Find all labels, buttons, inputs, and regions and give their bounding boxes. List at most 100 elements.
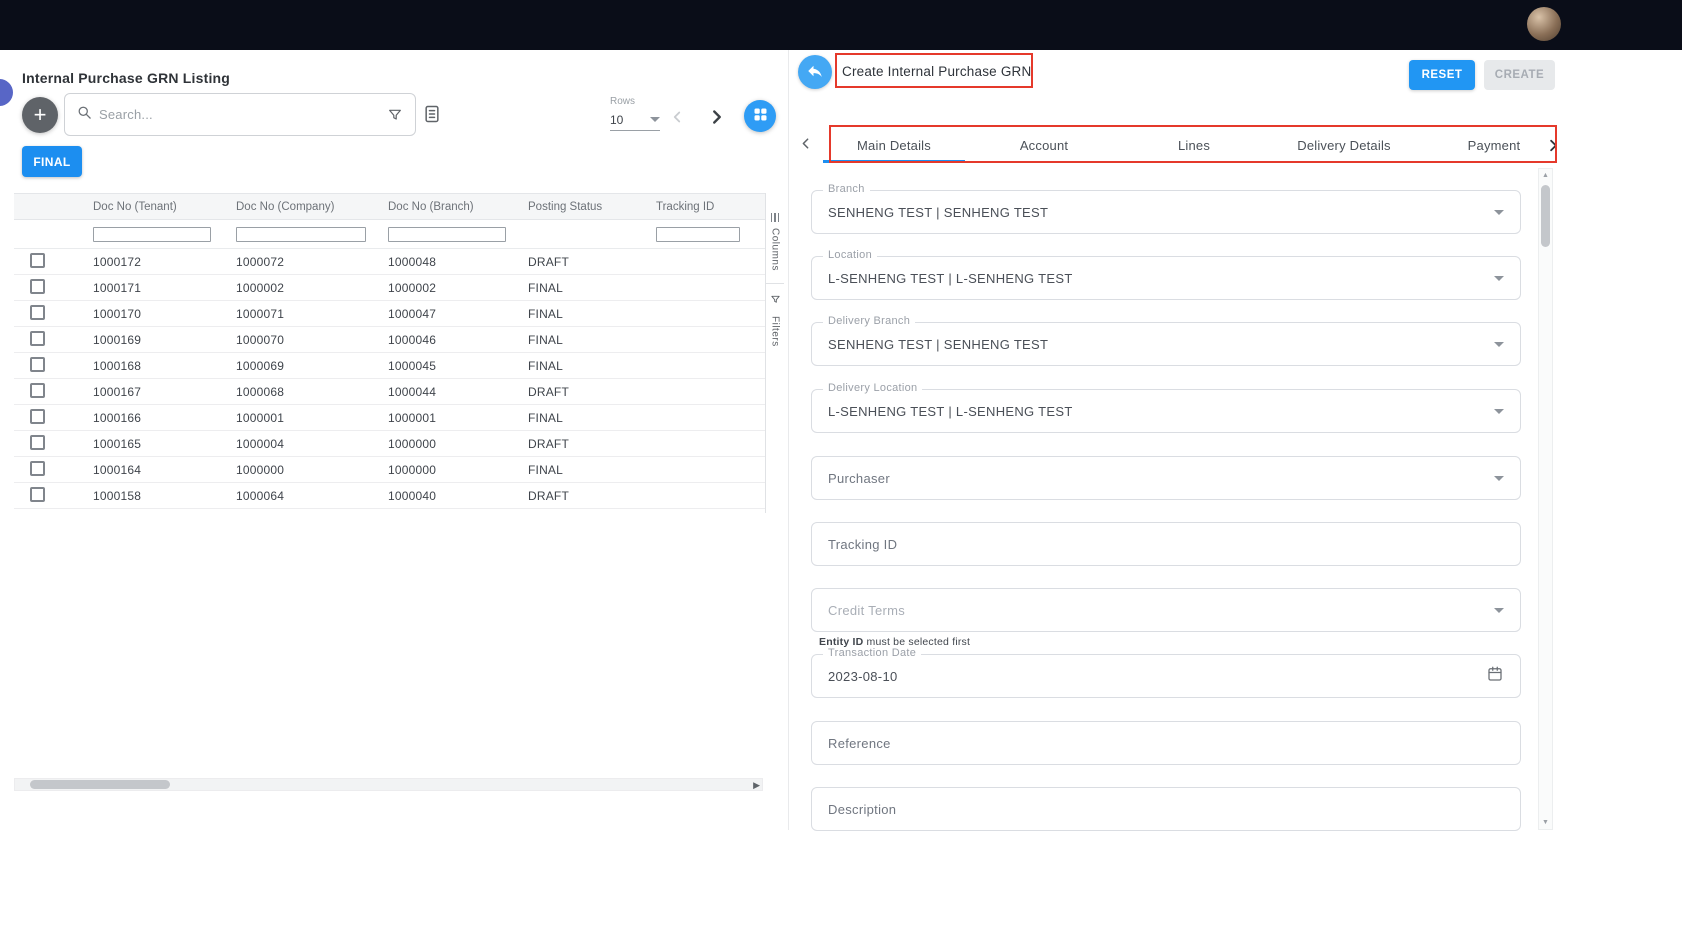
purchaser-field[interactable]: Purchaser: [811, 456, 1521, 500]
user-avatar[interactable]: [1527, 7, 1561, 41]
delivery-branch-field[interactable]: Delivery Branch SENHENG TEST | SENHENG T…: [811, 322, 1521, 366]
checkbox-cell: [14, 461, 85, 479]
table-row[interactable]: 100016610000011000001FINAL: [14, 405, 765, 431]
filter-input-doc-no-tenant[interactable]: [93, 227, 211, 242]
table-row[interactable]: 100016810000691000045FINAL: [14, 353, 765, 379]
next-page-button[interactable]: [706, 106, 728, 128]
back-button[interactable]: [798, 55, 832, 89]
table-row[interactable]: 100016910000701000046FINAL: [14, 327, 765, 353]
drag-handle-icon: [771, 213, 780, 222]
delivery-location-field[interactable]: Delivery Location L-SENHENG TEST | L-SEN…: [811, 389, 1521, 433]
calendar-icon[interactable]: [1486, 665, 1504, 688]
location-label: Location: [823, 249, 877, 261]
checkbox-cell: [14, 305, 85, 323]
tab-main-details[interactable]: Main Details: [819, 127, 969, 163]
table-row[interactable]: 100016510000041000000DRAFT: [14, 431, 765, 457]
search-input[interactable]: [99, 107, 380, 122]
cell-tenant: 1000166: [85, 411, 228, 425]
scroll-up-arrow-icon[interactable]: ▲: [1539, 172, 1552, 179]
cell-branch: 1000000: [380, 437, 520, 451]
cell-status: FINAL: [520, 307, 648, 321]
column-header-doc-no-branch[interactable]: Doc No (Branch): [380, 194, 520, 219]
tab-bar: Main DetailsAccountLinesDelivery Details…: [789, 127, 1569, 163]
branch-value: SENHENG TEST | SENHENG TEST: [828, 205, 1048, 220]
reset-button[interactable]: RESET: [1409, 60, 1475, 90]
table-row[interactable]: 100016710000681000044DRAFT: [14, 379, 765, 405]
clipboard-list-icon[interactable]: [422, 103, 442, 125]
checkbox-cell: [14, 331, 85, 349]
cell-tenant: 1000158: [85, 489, 228, 503]
horizontal-scrollbar-thumb[interactable]: [30, 780, 170, 789]
filter-input-tracking-id[interactable]: [656, 227, 740, 242]
row-checkbox[interactable]: [30, 357, 45, 372]
location-value: L-SENHENG TEST | L-SENHENG TEST: [828, 271, 1073, 286]
location-field[interactable]: Location L-SENHENG TEST | L-SENHENG TEST: [811, 256, 1521, 300]
final-filter-button[interactable]: FINAL: [22, 146, 82, 177]
transaction-date-value: 2023-08-10: [828, 669, 898, 684]
prev-page-button[interactable]: [668, 108, 686, 126]
row-checkbox[interactable]: [30, 435, 45, 450]
tabs-scroll-right-button[interactable]: [1539, 127, 1567, 163]
row-checkbox[interactable]: [30, 279, 45, 294]
column-header-posting-status[interactable]: Posting Status: [520, 194, 648, 219]
add-button[interactable]: +: [22, 97, 58, 133]
table-row[interactable]: 100017010000711000047FINAL: [14, 301, 765, 327]
vertical-scrollbar-thumb[interactable]: [1541, 185, 1550, 247]
listing-panel: Internal Purchase GRN Listing + Rows 10: [0, 50, 788, 830]
chevron-down-icon: [1494, 608, 1504, 613]
filter-input-doc-no-company[interactable]: [236, 227, 366, 242]
reference-field[interactable]: Reference: [811, 721, 1521, 765]
cell-tenant: 1000168: [85, 359, 228, 373]
cell-tenant: 1000170: [85, 307, 228, 321]
row-checkbox[interactable]: [30, 305, 45, 320]
table-row[interactable]: 100017210000721000048DRAFT: [14, 249, 765, 275]
scroll-down-arrow-icon[interactable]: ▼: [1539, 819, 1552, 826]
column-header-doc-no-tenant[interactable]: Doc No (Tenant): [85, 194, 228, 219]
table-row[interactable]: 100016410000001000000FINAL: [14, 457, 765, 483]
table-row[interactable]: 100017110000021000002FINAL: [14, 275, 765, 301]
row-checkbox[interactable]: [30, 331, 45, 346]
filter-input-doc-no-branch[interactable]: [388, 227, 506, 242]
filters-strip-button[interactable]: Filters: [770, 292, 781, 347]
row-checkbox[interactable]: [30, 383, 45, 398]
cell-branch: 1000040: [380, 489, 520, 503]
description-field[interactable]: Description: [811, 787, 1521, 831]
cell-company: 1000071: [228, 307, 380, 321]
funnel-icon: [770, 292, 781, 310]
cell-status: FINAL: [520, 359, 648, 373]
row-checkbox[interactable]: [30, 487, 45, 502]
transaction-date-field[interactable]: Transaction Date 2023-08-10: [811, 654, 1521, 698]
row-checkbox[interactable]: [30, 409, 45, 424]
chevron-down-icon: [1494, 409, 1504, 414]
table-header-row: Doc No (Tenant) Doc No (Company) Doc No …: [14, 193, 765, 220]
credit-terms-field[interactable]: Credit Terms: [811, 588, 1521, 632]
cell-company: 1000072: [228, 255, 380, 269]
cell-tenant: 1000169: [85, 333, 228, 347]
table-body: 100017210000721000048DRAFT10001711000002…: [14, 249, 765, 509]
columns-strip-button[interactable]: Columns: [770, 213, 781, 271]
tab-delivery-details[interactable]: Delivery Details: [1269, 127, 1419, 163]
filter-icon[interactable]: [387, 107, 403, 123]
grid-view-button[interactable]: [744, 100, 776, 132]
create-button[interactable]: CREATE: [1484, 60, 1555, 90]
column-header-doc-no-company[interactable]: Doc No (Company): [228, 194, 380, 219]
tab-lines[interactable]: Lines: [1119, 127, 1269, 163]
row-checkbox[interactable]: [30, 253, 45, 268]
tab-account[interactable]: Account: [969, 127, 1119, 163]
tabs-scroll-left-button[interactable]: [797, 135, 814, 152]
tracking-id-field[interactable]: Tracking ID: [811, 522, 1521, 566]
vertical-scrollbar[interactable]: ▲ ▼: [1538, 168, 1553, 830]
rows-per-page-select[interactable]: 10: [610, 109, 660, 131]
grid-icon: [753, 107, 768, 125]
scroll-right-arrow-icon[interactable]: ▶: [753, 779, 760, 791]
column-header-tracking-id[interactable]: Tracking ID: [648, 194, 765, 219]
cell-company: 1000069: [228, 359, 380, 373]
horizontal-scrollbar[interactable]: ▶: [14, 778, 763, 791]
table-side-strip: Columns Filters: [765, 193, 784, 513]
branch-field[interactable]: Branch SENHENG TEST | SENHENG TEST: [811, 190, 1521, 234]
filters-strip-label: Filters: [770, 316, 781, 347]
cell-branch: 1000001: [380, 411, 520, 425]
tracking-id-label: Tracking ID: [828, 537, 897, 552]
table-row[interactable]: 100015810000641000040DRAFT: [14, 483, 765, 509]
row-checkbox[interactable]: [30, 461, 45, 476]
